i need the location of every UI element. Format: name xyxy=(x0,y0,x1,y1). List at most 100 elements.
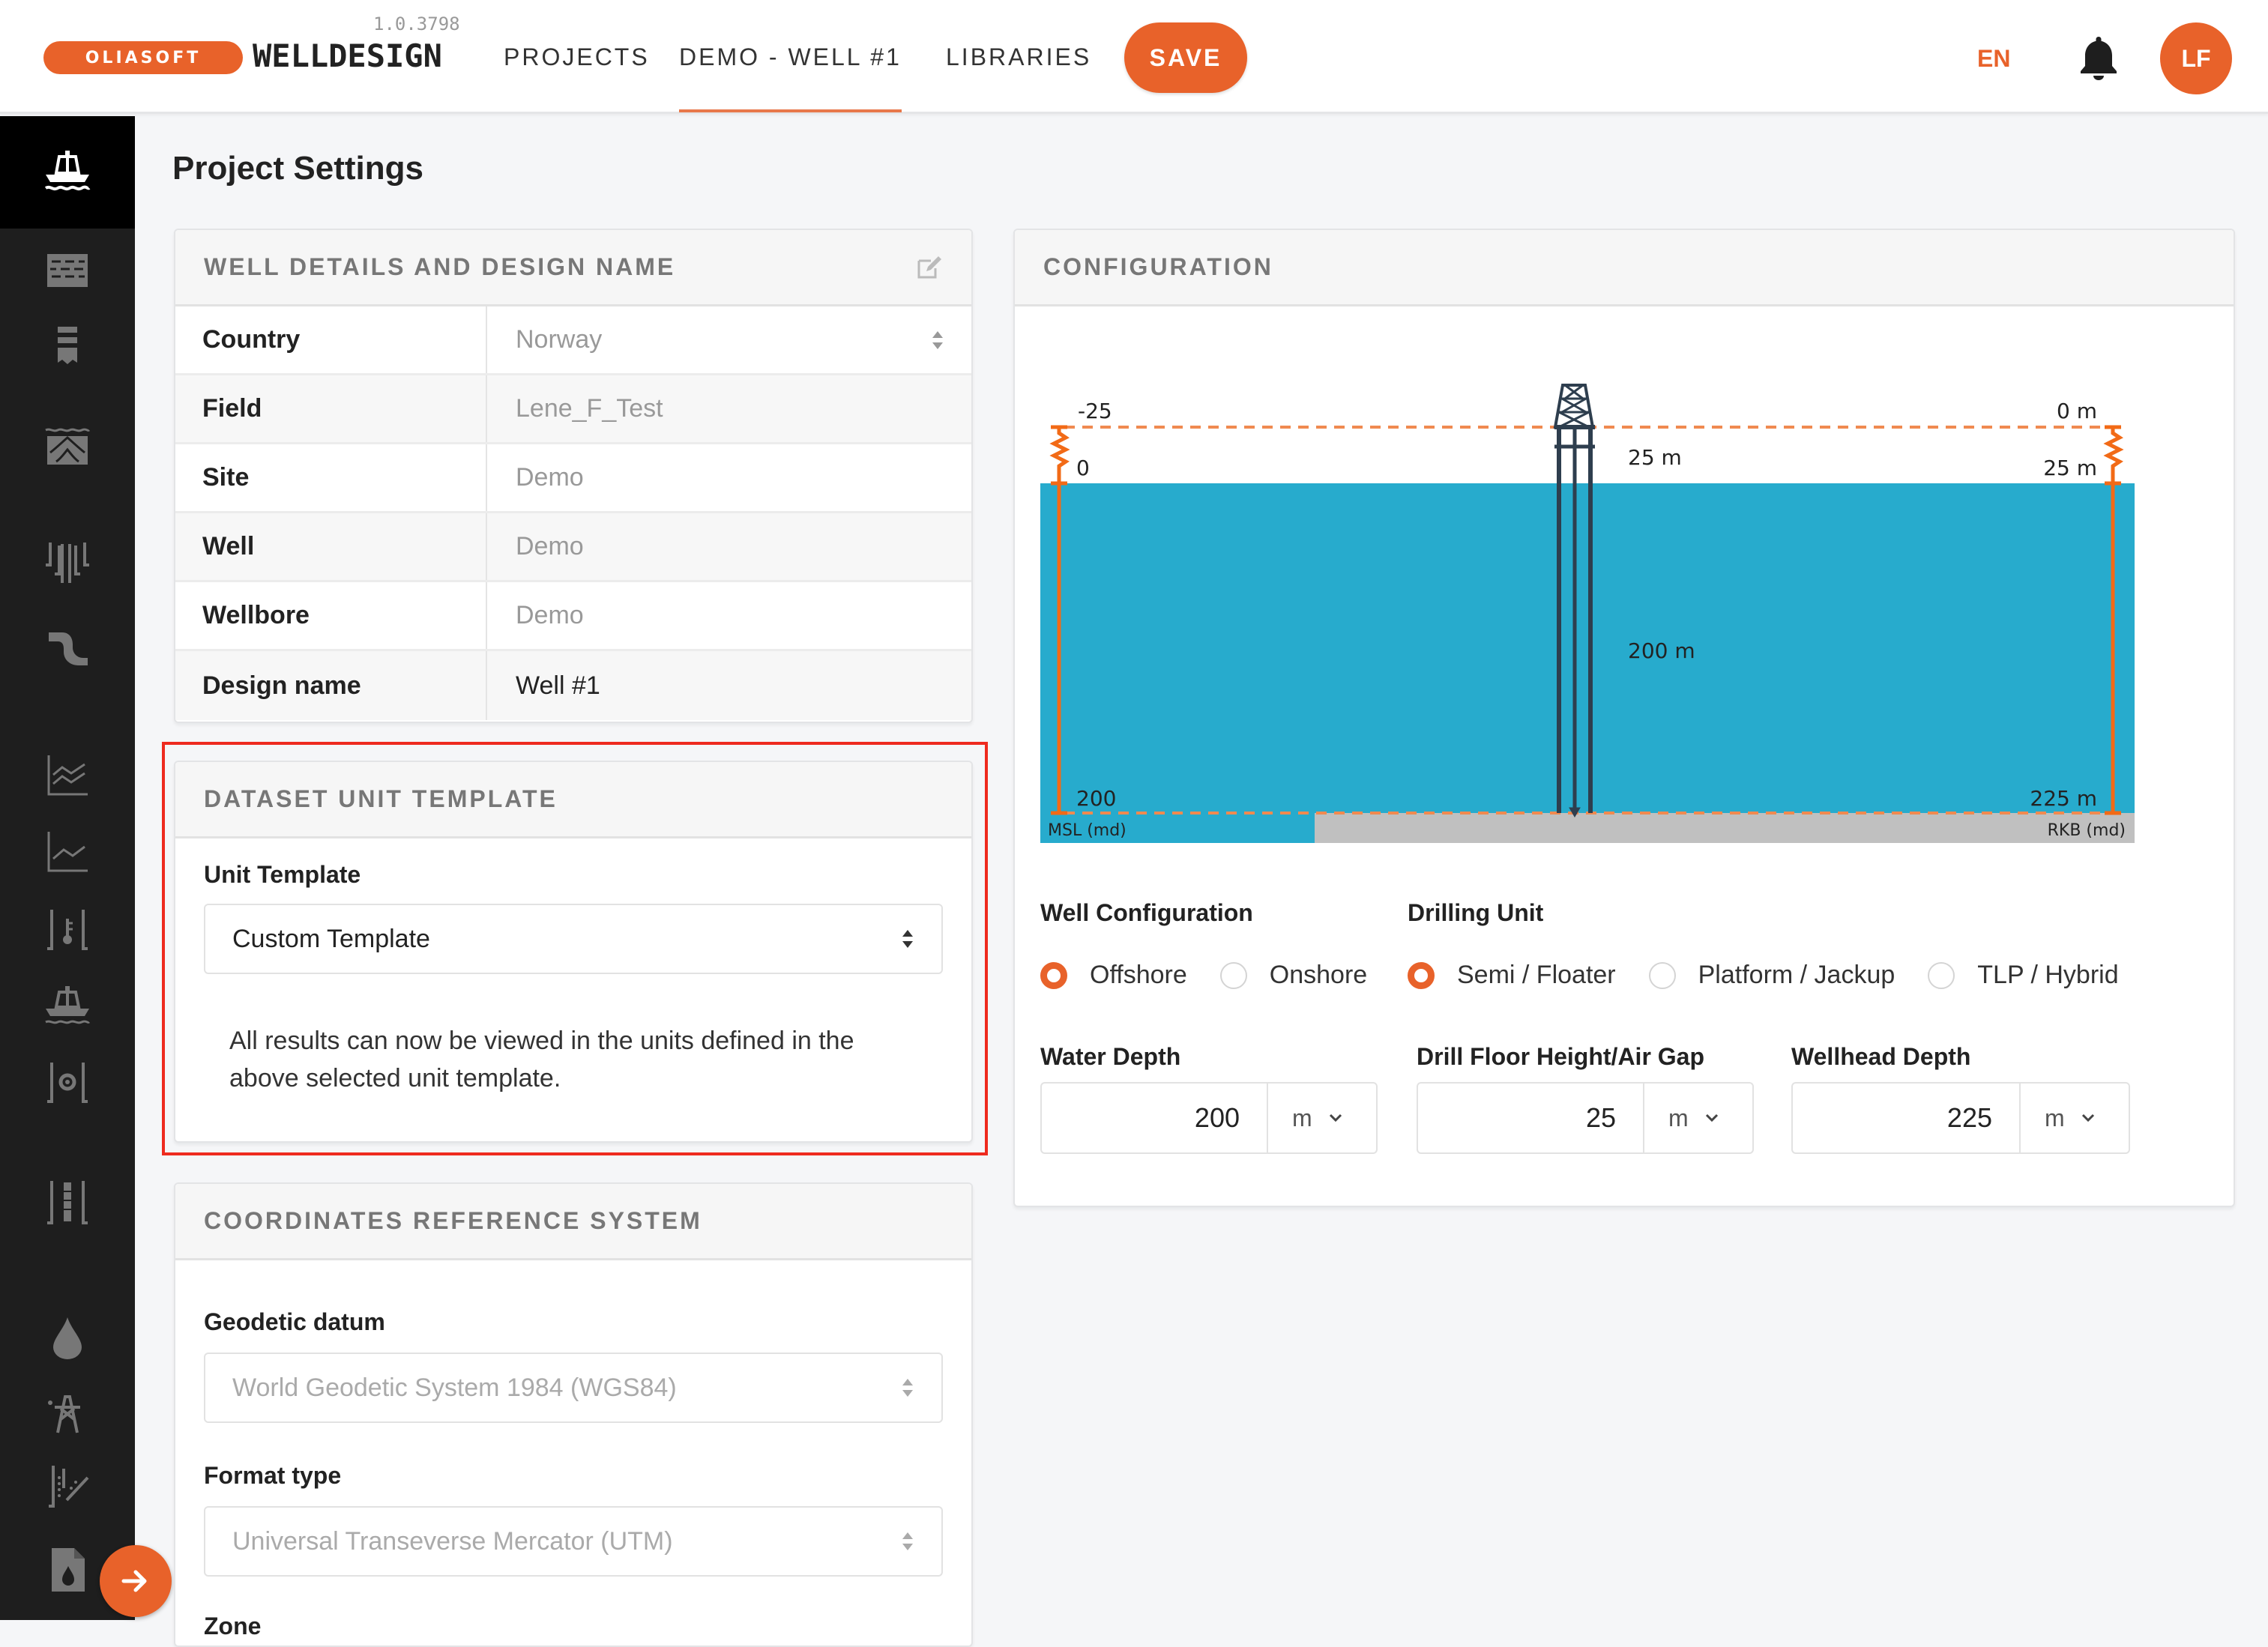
site-value-text: Demo xyxy=(516,463,584,492)
drill-floor-height-unit-select[interactable]: m xyxy=(1644,1084,1752,1152)
chevron-down-icon xyxy=(1705,1113,1718,1122)
sidebar-item-temperature[interactable] xyxy=(0,892,135,967)
air-gap-label: 25 m xyxy=(1628,445,1682,470)
select-updown-icon xyxy=(902,1379,913,1397)
select-updown-icon xyxy=(932,330,943,349)
wellbore-value[interactable]: Demo xyxy=(487,582,971,649)
wellhead-depth-input: 225 m xyxy=(1791,1082,2130,1154)
design-name-value-text: Well #1 xyxy=(516,671,600,700)
multi-line-chart-icon xyxy=(47,755,88,796)
nav-projects[interactable]: PROJECTS xyxy=(504,43,650,73)
offshore-radio[interactable] xyxy=(1040,961,1067,989)
offshore-rig-icon xyxy=(44,151,91,191)
rkb-axis-label: RKB (md) xyxy=(2048,821,2126,840)
app-brand: WELLDESIGN xyxy=(253,37,442,74)
format-type-value: Universal Transeverse Mercator (UTM) xyxy=(232,1526,673,1556)
msl-zero-label: 0 xyxy=(1076,456,1090,480)
unit-template-label: Unit Template xyxy=(204,861,361,888)
semi-floater-radio[interactable] xyxy=(1408,961,1435,989)
sidebar-item-fluids[interactable] xyxy=(0,1300,135,1375)
offshore-label[interactable]: Offshore xyxy=(1090,961,1187,990)
semi-floater-label[interactable]: Semi / Floater xyxy=(1457,961,1616,990)
sidebar-item-multi-chart[interactable] xyxy=(0,738,135,813)
design-name-value[interactable]: Well #1 xyxy=(487,651,971,720)
well-details-header: WELL DETAILS AND DESIGN NAME xyxy=(175,230,971,306)
water-depth-label: 200 m xyxy=(1628,638,1695,663)
sidebar-item-wellhead[interactable] xyxy=(0,1045,135,1120)
crs-header: COORDINATES REFERENCE SYSTEM xyxy=(175,1184,971,1260)
water-depth-input: 200 m xyxy=(1040,1082,1378,1154)
wellhead-depth-value[interactable]: 225 xyxy=(1793,1084,2021,1152)
well-details-panel: WELL DETAILS AND DESIGN NAME Country Nor… xyxy=(174,229,973,723)
drill-floor-height-label: Drill Floor Height/Air Gap xyxy=(1417,1043,1705,1070)
sidebar-item-wellbore-strings[interactable] xyxy=(0,527,135,602)
platform-jackup-radio[interactable] xyxy=(1648,961,1676,989)
notifications-bell-icon[interactable] xyxy=(2076,34,2121,82)
nav-demo-well-1[interactable]: DEMO - WELL #1 xyxy=(679,43,902,112)
sidebar-item-cement[interactable] xyxy=(0,1450,135,1525)
user-avatar[interactable]: LF xyxy=(2160,22,2232,94)
top-header: OLIASOFT WELLDESIGN 1.0.3798 PROJECTS DE… xyxy=(0,0,2268,114)
tlp-hybrid-label[interactable]: TLP / Hybrid xyxy=(1977,961,2118,990)
fluid-drop-icon xyxy=(53,1317,82,1359)
water-depth-unit-select[interactable]: m xyxy=(1268,1084,1376,1152)
configuration-title: CONFIGURATION xyxy=(1043,253,1273,280)
wellhead-depth-unit-select[interactable]: m xyxy=(2021,1084,2129,1152)
sidebar-item-formation[interactable] xyxy=(0,232,135,307)
drill-floor-height-unit: m xyxy=(1668,1104,1689,1131)
site-label: Site xyxy=(175,444,487,511)
zone-label: Zone xyxy=(204,1613,262,1640)
msl-top-label: -25 xyxy=(1078,399,1112,423)
app-version: 1.0.3798 xyxy=(373,13,460,34)
sidebar-item-line-chart[interactable] xyxy=(0,815,135,889)
nav-libraries[interactable]: LIBRARIES xyxy=(946,43,1091,73)
drill-floor-height-value[interactable]: 25 xyxy=(1418,1084,1644,1152)
well-value[interactable]: Demo xyxy=(487,513,971,580)
onshore-radio[interactable] xyxy=(1219,961,1247,989)
sidebar-item-casing-shoe[interactable] xyxy=(0,309,135,384)
onshore-label[interactable]: Onshore xyxy=(1270,961,1367,990)
platform-jackup-label[interactable]: Platform / Jackup xyxy=(1698,961,1895,990)
format-type-label: Format type xyxy=(204,1462,342,1489)
drilling-unit-label: Drilling Unit xyxy=(1408,899,1544,926)
country-select[interactable]: Norway xyxy=(487,306,971,373)
seabed-formation-icon xyxy=(45,428,91,465)
cement-flow-icon xyxy=(49,1466,89,1508)
dataset-unit-template-panel: DATASET UNIT TEMPLATE Unit Template Cust… xyxy=(174,761,973,1143)
sidebar-item-trajectory[interactable] xyxy=(0,611,135,686)
geodetic-datum-select[interactable]: World Geodetic System 1984 (WGS84) xyxy=(204,1353,943,1423)
crs-title: COORDINATES REFERENCE SYSTEM xyxy=(204,1207,702,1234)
rkb-top-label: 0 m xyxy=(2057,399,2097,423)
well-details-table: Country Norway Field Lene_F_Test Site De… xyxy=(175,306,971,720)
well-configuration-radio-group: Offshore Onshore xyxy=(1040,961,1400,990)
sidebar-item-casing-string[interactable] xyxy=(0,1165,135,1240)
rkb-bottom-label: 225 m xyxy=(2030,786,2097,811)
well-value-text: Demo xyxy=(516,532,584,560)
arrow-right-icon xyxy=(121,1570,147,1592)
drill-floor-height-input: 25 m xyxy=(1417,1082,1754,1154)
field-value[interactable]: Lene_F_Test xyxy=(487,375,971,442)
site-value[interactable]: Demo xyxy=(487,444,971,511)
report-file-icon xyxy=(52,1548,85,1592)
sidebar-item-offshore-rig[interactable] xyxy=(0,116,135,229)
semi-floater-rig xyxy=(1553,384,1595,818)
geodetic-datum-label: Geodetic datum xyxy=(204,1308,385,1335)
sidebar-item-derrick[interactable] xyxy=(0,1375,135,1450)
edit-icon[interactable] xyxy=(916,255,943,280)
tlp-hybrid-radio[interactable] xyxy=(1928,961,1955,989)
language-selector[interactable]: EN xyxy=(1977,45,2010,73)
line-chart-icon xyxy=(47,832,88,872)
detail-row-wellbore: Wellbore Demo xyxy=(175,582,971,651)
expand-sidebar-button[interactable] xyxy=(100,1545,172,1617)
save-button[interactable]: SAVE xyxy=(1124,22,1247,93)
sidebar-item-rig[interactable] xyxy=(0,969,135,1044)
select-updown-icon xyxy=(902,1532,913,1550)
format-type-select[interactable]: Universal Transeverse Mercator (UTM) xyxy=(204,1506,943,1577)
field-label: Field xyxy=(175,375,487,442)
wellhead-depth-label: Wellhead Depth xyxy=(1791,1043,1971,1070)
water-depth-value[interactable]: 200 xyxy=(1042,1084,1268,1152)
oliasoft-logo[interactable]: OLIASOFT xyxy=(43,41,243,74)
detail-row-site: Site Demo xyxy=(175,444,971,513)
unit-template-select[interactable]: Custom Template xyxy=(204,904,943,974)
sidebar-item-seabed[interactable] xyxy=(0,408,135,483)
